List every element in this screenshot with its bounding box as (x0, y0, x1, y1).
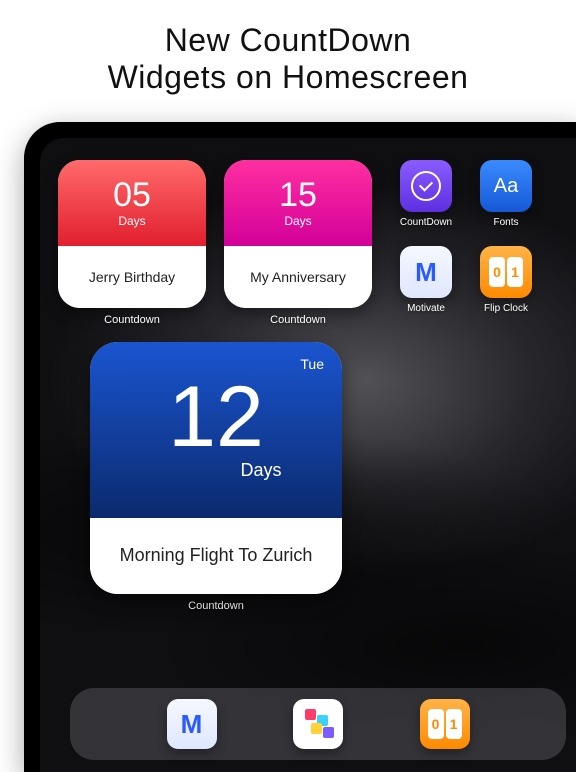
flip-digit: 0 (428, 709, 444, 739)
countdown-icon (400, 160, 452, 212)
flip-clock-icon: 01 (428, 709, 462, 739)
promo-line2: Widgets on Homescreen (108, 59, 469, 95)
dock: M 01 (70, 688, 566, 760)
widget-weekday: Tue (300, 356, 324, 372)
dock-app-blocks[interactable] (293, 699, 343, 749)
countdown-widget-small-2[interactable]: 15 Days My Anniversary Countdown (224, 160, 372, 326)
widget-count: 05 (113, 178, 151, 212)
promo-line1: New CountDown (165, 22, 412, 58)
flip-digit: 1 (446, 709, 462, 739)
dock-app-motivate[interactable]: M (167, 699, 217, 749)
app-label: CountDown (400, 217, 452, 228)
blocks-icon (303, 709, 333, 739)
widget-label: Countdown (188, 600, 244, 612)
flip-digit: 1 (507, 257, 523, 287)
app-countdown[interactable]: CountDown (396, 160, 456, 228)
app-motivate[interactable]: M Motivate (396, 246, 456, 314)
widget-count: 12 (168, 379, 264, 456)
app-label: Fonts (493, 217, 518, 228)
motivate-icon: M (400, 246, 452, 298)
widget-top: 15 Days (224, 160, 372, 246)
app-flip-clock[interactable]: 01 Flip Clock (476, 246, 536, 314)
widget-title: Morning Flight To Zurich (90, 518, 342, 594)
widget-title: My Anniversary (224, 246, 372, 308)
app-label: Flip Clock (484, 303, 528, 314)
app-label: Motivate (407, 303, 445, 314)
home-screen[interactable]: 05 Days Jerry Birthday Countdown 15 Days (40, 138, 576, 772)
widget-unit: Days (118, 214, 145, 228)
flip-digit: 0 (489, 257, 505, 287)
app-fonts[interactable]: Aa Fonts (476, 160, 536, 228)
ipad-frame: 05 Days Jerry Birthday Countdown 15 Days (24, 122, 576, 772)
fonts-icon: Aa (480, 160, 532, 212)
widget-unit: Days (240, 460, 281, 481)
widget-title: Jerry Birthday (58, 246, 206, 308)
widget-top: Tue 12 Days (90, 342, 342, 518)
countdown-widget-large[interactable]: Tue 12 Days Morning Flight To Zurich Cou… (90, 342, 342, 612)
widget-top: 05 Days (58, 160, 206, 246)
promo-heading: New CountDown Widgets on Homescreen (0, 0, 576, 114)
app-grid: CountDown Aa Fonts M Motivate 01 F (396, 160, 536, 314)
flip-clock-icon: 01 (480, 246, 532, 298)
widget-label: Countdown (270, 314, 326, 326)
widget-count: 15 (279, 178, 317, 212)
widget-unit: Days (284, 214, 311, 228)
countdown-widget-small-1[interactable]: 05 Days Jerry Birthday Countdown (58, 160, 206, 326)
dock-app-flip-clock[interactable]: 01 (420, 699, 470, 749)
widget-label: Countdown (104, 314, 160, 326)
